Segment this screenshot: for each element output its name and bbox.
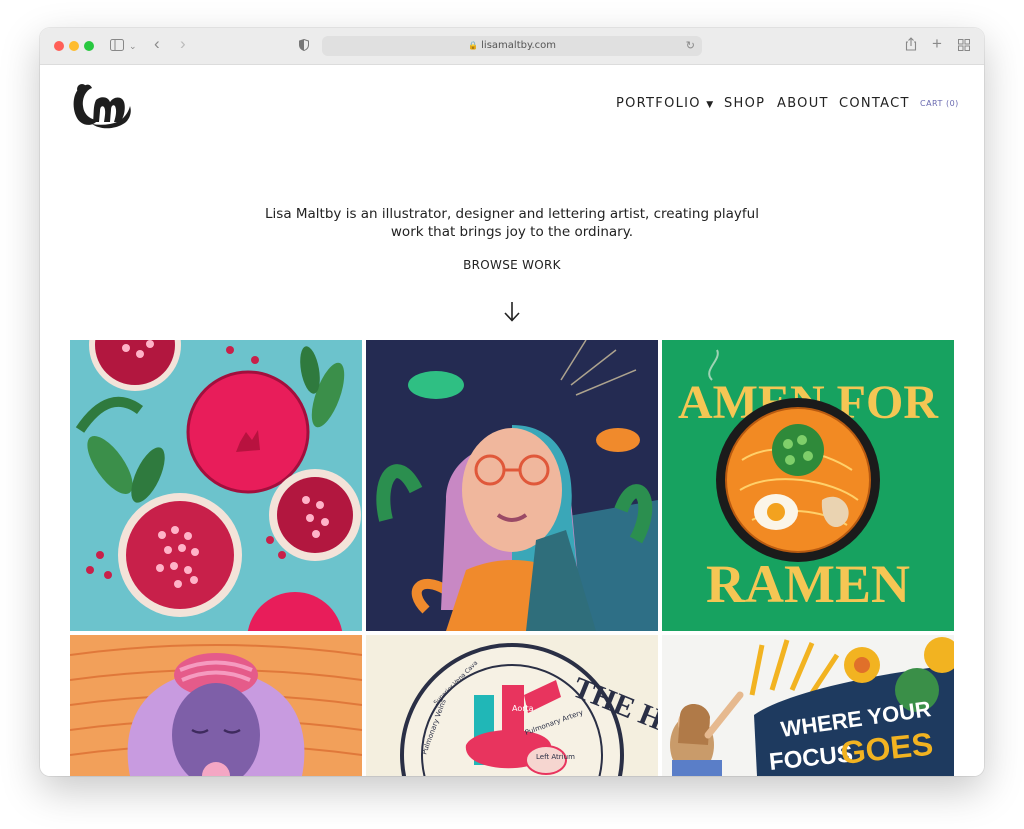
woman-illustration [70, 644, 362, 776]
nav-shop[interactable]: SHOP [724, 96, 765, 111]
gallery-tile-portrait[interactable] [366, 340, 658, 631]
address-bar[interactable]: 🔒 lisamaltby.com ↻ [322, 36, 702, 56]
mural-photo: WHERE YOUR FOCUS GOES [670, 637, 954, 776]
share-icon[interactable] [905, 37, 917, 55]
gallery-tile-pomegranates[interactable] [70, 340, 362, 631]
gallery-tile-ramen[interactable]: AMEN FOR RAMEN [662, 340, 954, 631]
reload-icon[interactable]: ↻ [686, 36, 695, 56]
heart-label-aorta: Aorta [512, 704, 534, 713]
nav-about[interactable]: ABOUT [777, 96, 829, 111]
zoom-window-button[interactable] [84, 41, 94, 51]
nav-cart[interactable]: CART (0) [920, 99, 959, 108]
chevron-left-icon[interactable]: ‹ [154, 35, 160, 53]
minimize-window-button[interactable] [69, 41, 79, 51]
intro-line-1: Lisa Maltby is an illustrator, designer … [265, 206, 759, 222]
intro-text: Lisa Maltby is an illustrator, designer … [230, 205, 794, 241]
portrait-illustration [376, 340, 658, 631]
url-text: lisamaltby.com [481, 40, 556, 51]
browser-toolbar: ⌄ ‹ › 🔒 lisamaltby.com ↻ + [40, 28, 984, 65]
nav-portfolio-label: PORTFOLIO [616, 96, 701, 111]
web-page: PORTFOLIO ▼ SHOP ABOUT CONTACT CART (0) … [40, 65, 984, 776]
plus-icon[interactable]: + [932, 35, 942, 53]
heart-illustration: THE HEAR Aorta Pulmonary Artery Left Atr… [400, 643, 658, 776]
grid-icon[interactable] [958, 37, 970, 55]
close-window-button[interactable] [54, 41, 64, 51]
browser-window: ⌄ ‹ › 🔒 lisamaltby.com ↻ + PORTFOLIO ▼ S… [40, 28, 984, 776]
shield-icon[interactable] [299, 37, 309, 55]
chevron-right-icon[interactable]: › [180, 35, 186, 53]
chevron-down-icon[interactable]: ⌄ [129, 37, 137, 55]
heart-label-left-atrium: Left Atrium [536, 753, 575, 761]
lock-icon: 🔒 [468, 41, 478, 50]
gallery-tile-heart[interactable]: THE HEAR Aorta Pulmonary Artery Left Atr… [366, 635, 658, 776]
chevron-down-icon: ▼ [706, 100, 715, 110]
arrow-down-icon[interactable] [503, 301, 521, 328]
sidebar-icon[interactable] [110, 37, 124, 55]
nav-contact[interactable]: CONTACT [839, 96, 910, 111]
browse-work-link[interactable]: BROWSE WORK [412, 258, 612, 272]
site-logo[interactable] [70, 78, 140, 139]
ramen-illustration: AMEN FOR RAMEN [678, 349, 939, 614]
nav-portfolio[interactable]: PORTFOLIO ▼ [616, 96, 715, 111]
gallery-tile-mural[interactable]: WHERE YOUR FOCUS GOES [662, 635, 954, 776]
gallery-tile-woman[interactable] [70, 635, 362, 776]
pomegranate-illustration [75, 340, 361, 631]
intro-line-2: work that brings joy to the ordinary. [390, 224, 634, 240]
ramen-title-bottom: RAMEN [706, 554, 910, 614]
